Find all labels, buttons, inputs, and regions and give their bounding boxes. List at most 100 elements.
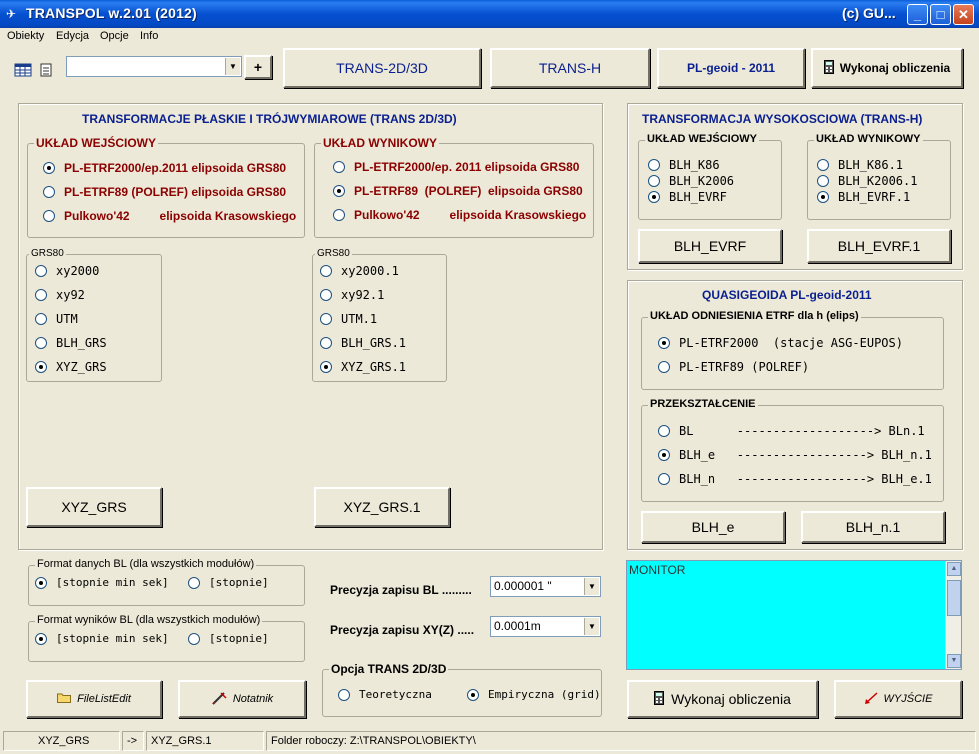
radio-format-in-dms[interactable]: [stopnie min sek] [35,576,169,589]
grs-left-legend: GRS80 [29,248,66,259]
menu-obiekty[interactable]: Obiekty [7,30,44,42]
radio-in-pulkowo[interactable]: Pulkowo'42 elipsoida Krasowskiego [43,209,296,223]
grs-right-legend: GRS80 [315,248,352,259]
menu-edycja[interactable]: Edycja [56,30,89,42]
monitor-scrollbar[interactable]: ▲ ▼ [945,561,961,669]
minimize-button[interactable]: _ [907,4,928,25]
calculator-icon [654,690,665,708]
radio-out-pulkowo[interactable]: Pulkowo'42 elipsoida Krasowskiego [333,208,586,222]
calculator-icon [823,59,834,77]
blh-n-1-button[interactable]: BLH_n.1 [801,511,945,543]
option2d-legend: Opcja TRANS 2D/3D [329,662,449,676]
precision-bl-value: 0.000001 " [494,579,552,593]
xyz-grs-output-button[interactable]: XYZ_GRS.1 [314,487,450,527]
blh-evrf-button[interactable]: BLH_EVRF [638,229,782,263]
format-out-legend: Format wyników BL (dla wszystkich modułó… [35,614,263,626]
radio-xy2000-1[interactable]: xy2000.1 [320,264,399,278]
notatnik-button[interactable]: Notatnik [178,680,306,718]
transh-title: TRANSFORMACJA WYSOKOSCIOWA (TRANS-H) [642,112,923,126]
xyz-grs-input-button[interactable]: XYZ_GRS [26,487,162,527]
radio-etrf2000-asg[interactable]: PL-ETRF2000 (stacje ASG-EUPOS) [658,336,903,350]
geoid-conv-legend: PRZEKSZTAŁCENIE [648,398,758,410]
close-button[interactable]: ✕ [953,4,974,25]
radio-format-out-dms[interactable]: [stopnie min sek] [35,632,169,645]
precision-bl-label: Precyzja zapisu BL ......... [330,583,472,597]
exit-button[interactable]: WYJŚCIE [834,680,962,718]
tab-pl-geoid[interactable]: PL-geoid - 2011 [657,48,805,88]
precision-xy-label: Precyzja zapisu XY(Z) ..... [330,623,475,637]
radio-out-etrf89[interactable]: PL-ETRF89 (POLREF) elipsoida GRS80 [333,184,583,198]
radio-xy92[interactable]: xy92 [35,288,85,302]
radio-bl-bln[interactable]: BL -------------------> BLn.1 [658,424,925,438]
menu-info[interactable]: Info [140,30,158,42]
chevron-down-icon[interactable]: ▼ [584,578,599,595]
radio-empiryczna[interactable]: Empiryczna (grid) [467,688,601,701]
folder-icon [57,692,72,706]
trans2d-input-legend: UKŁAD WEJŚCIOWY [34,136,158,150]
add-button[interactable]: + [244,55,272,79]
compute-bottom-label: Wykonaj obliczenia [671,691,791,707]
tab-trans-h[interactable]: TRANS-H [490,48,650,88]
trans2d-title: TRANSFORMACJE PŁASKIE I TRÓJWYMIAROWE (T… [82,112,457,126]
radio-etrf89-polref[interactable]: PL-ETRF89 (POLREF) [658,360,809,374]
notatnik-label: Notatnik [232,693,274,705]
radio-blh-evrf[interactable]: BLH_EVRF [648,190,727,204]
window-title-right: (c) GU... [842,5,896,21]
chevron-down-icon[interactable]: ▼ [584,618,599,635]
precision-bl-combo[interactable]: 0.000001 " ▼ [490,576,601,597]
menu-opcje[interactable]: Opcje [100,30,129,42]
radio-blh-grs-1[interactable]: BLH_GRS.1 [320,336,406,350]
menu-bar: Obiekty Edycja Opcje Info [0,28,979,46]
radio-blh-k86[interactable]: BLH_K86 [648,158,720,172]
chevron-down-icon[interactable]: ▼ [225,58,240,75]
radio-xyz-grs[interactable]: XYZ_GRS [35,360,107,374]
status-output: XYZ_GRS.1 [146,731,264,751]
filelistedit-label: FileListEdit [77,693,131,705]
radio-blhn-blhe[interactable]: BLH_n ------------------> BLH_e.1 [658,472,932,486]
format-in-legend: Format danych BL (dla wszystkich modułów… [35,558,257,570]
radio-xy92-1[interactable]: xy92.1 [320,288,384,302]
status-arrow: -> [122,731,144,751]
monitor-textarea[interactable]: MONITOR ▲ ▼ [626,560,962,670]
scroll-down-icon[interactable]: ▼ [947,654,961,668]
blh-e-button[interactable]: BLH_e [641,511,785,543]
radio-blh-evrf-1[interactable]: BLH_EVRF.1 [817,190,910,204]
tab-trans-2d3d[interactable]: TRANS-2D/3D [283,48,481,88]
title-bar: ✈ TRANSPOL w.2.01 (2012) (c) GU... _ □ ✕ [0,0,979,28]
radio-blh-k2006[interactable]: BLH_K2006 [648,174,734,188]
radio-format-in-deg[interactable]: [stopnie] [188,576,269,589]
radio-format-out-deg[interactable]: [stopnie] [188,632,269,645]
radio-teoretyczna[interactable]: Teoretyczna [338,688,432,701]
transh-input-legend: UKŁAD WEJŚCIOWY [645,133,759,145]
transh-output-legend: UKŁAD WYNIKOWY [814,133,923,145]
document-icon[interactable] [40,63,52,77]
radio-blhe-blhn[interactable]: BLH_e ------------------> BLH_n.1 [658,448,932,462]
blh-evrf-1-button[interactable]: BLH_EVRF.1 [807,229,951,263]
radio-xyz-grs-1[interactable]: XYZ_GRS.1 [320,360,406,374]
radio-blh-k2006-1[interactable]: BLH_K2006.1 [817,174,917,188]
scroll-thumb[interactable] [947,580,961,616]
scroll-up-icon[interactable]: ▲ [947,562,961,576]
radio-utm-1[interactable]: UTM.1 [320,312,377,326]
app-icon: ✈ [6,7,17,21]
precision-xy-combo[interactable]: 0.0001m ▼ [490,616,601,637]
radio-in-etrf89[interactable]: PL-ETRF89 (POLREF) elipsoida GRS80 [43,185,286,199]
compute-bottom-button[interactable]: Wykonaj obliczenia [627,680,818,718]
window-title: TRANSPOL w.2.01 (2012) [26,5,197,21]
compute-top-label: Wykonaj obliczenia [839,61,951,75]
radio-utm[interactable]: UTM [35,312,78,326]
object-combo[interactable]: ▼ [66,56,242,77]
radio-in-etrf2000[interactable]: PL-ETRF2000/ep.2011 elipsoida GRS80 [43,161,286,175]
exit-label: WYJŚCIE [883,693,933,705]
radio-xy2000[interactable]: xy2000 [35,264,99,278]
maximize-button[interactable]: □ [930,4,951,25]
radio-blh-grs[interactable]: BLH_GRS [35,336,107,350]
calendar-icon[interactable] [14,63,32,77]
radio-out-etrf2000[interactable]: PL-ETRF2000/ep. 2011 elipsoida GRS80 [333,160,579,174]
compute-top-button[interactable]: Wykonaj obliczenia [811,48,963,88]
exit-arrow-icon [864,691,878,707]
radio-blh-k86-1[interactable]: BLH_K86.1 [817,158,903,172]
geoid-ref-legend: UKŁAD ODNIESIENIA ETRF dla h (elips) [648,310,861,322]
status-input: XYZ_GRS [3,731,120,751]
filelistedit-button[interactable]: FileListEdit [26,680,162,718]
